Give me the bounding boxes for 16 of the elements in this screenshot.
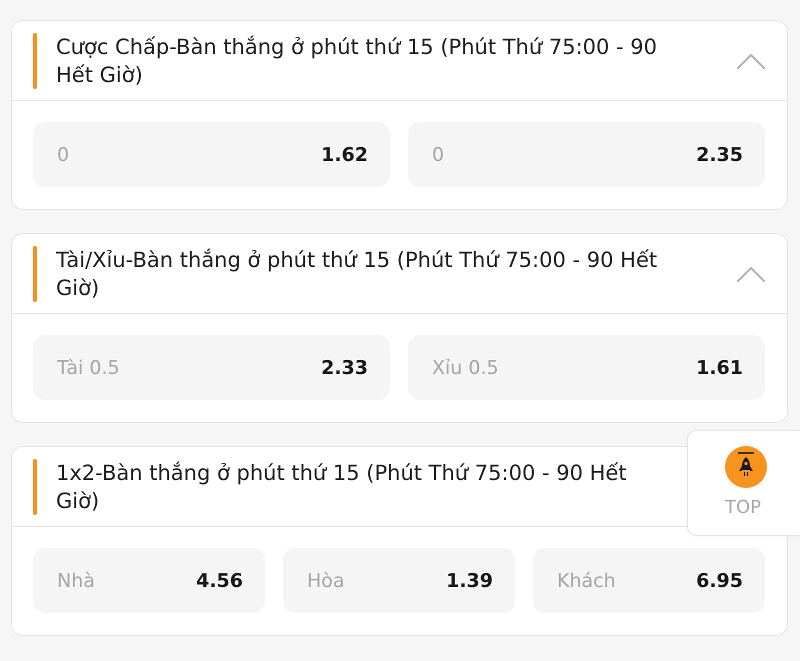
- accent-bar: [33, 33, 37, 89]
- odds-button[interactable]: Xỉu 0.5 1.61: [408, 335, 765, 400]
- accent-bar: [33, 459, 37, 515]
- market-title: Tài/Xỉu-Bàn thắng ở phút thứ 15 (Phút Thứ 75:00 - 90 Hết Giờ): [56, 247, 658, 302]
- chevron-icon[interactable]: [737, 266, 765, 282]
- odds-button[interactable]: 0 1.62: [33, 122, 390, 187]
- odds-button[interactable]: Hòa 1.39: [283, 548, 515, 613]
- odds-button[interactable]: 0 2.35: [408, 122, 765, 187]
- accent-bar: [33, 246, 37, 302]
- market-title: 1x2-Bàn thắng ở phút thứ 15 (Phút Thứ 75:00 - 90 Hết Giờ): [56, 460, 628, 515]
- rocket-icon: [725, 446, 767, 488]
- chevron-icon[interactable]: [737, 53, 765, 69]
- odds-button[interactable]: Khách 6.95: [533, 548, 765, 613]
- odds-button[interactable]: Nhà 4.56: [33, 548, 265, 613]
- market-title: Cược Chấp-Bàn thắng ở phút thứ 15 (Phút Thứ 75:00 - 90 Hết Giờ): [56, 34, 658, 89]
- odds-button[interactable]: Tài 0.5 2.33: [33, 335, 390, 400]
